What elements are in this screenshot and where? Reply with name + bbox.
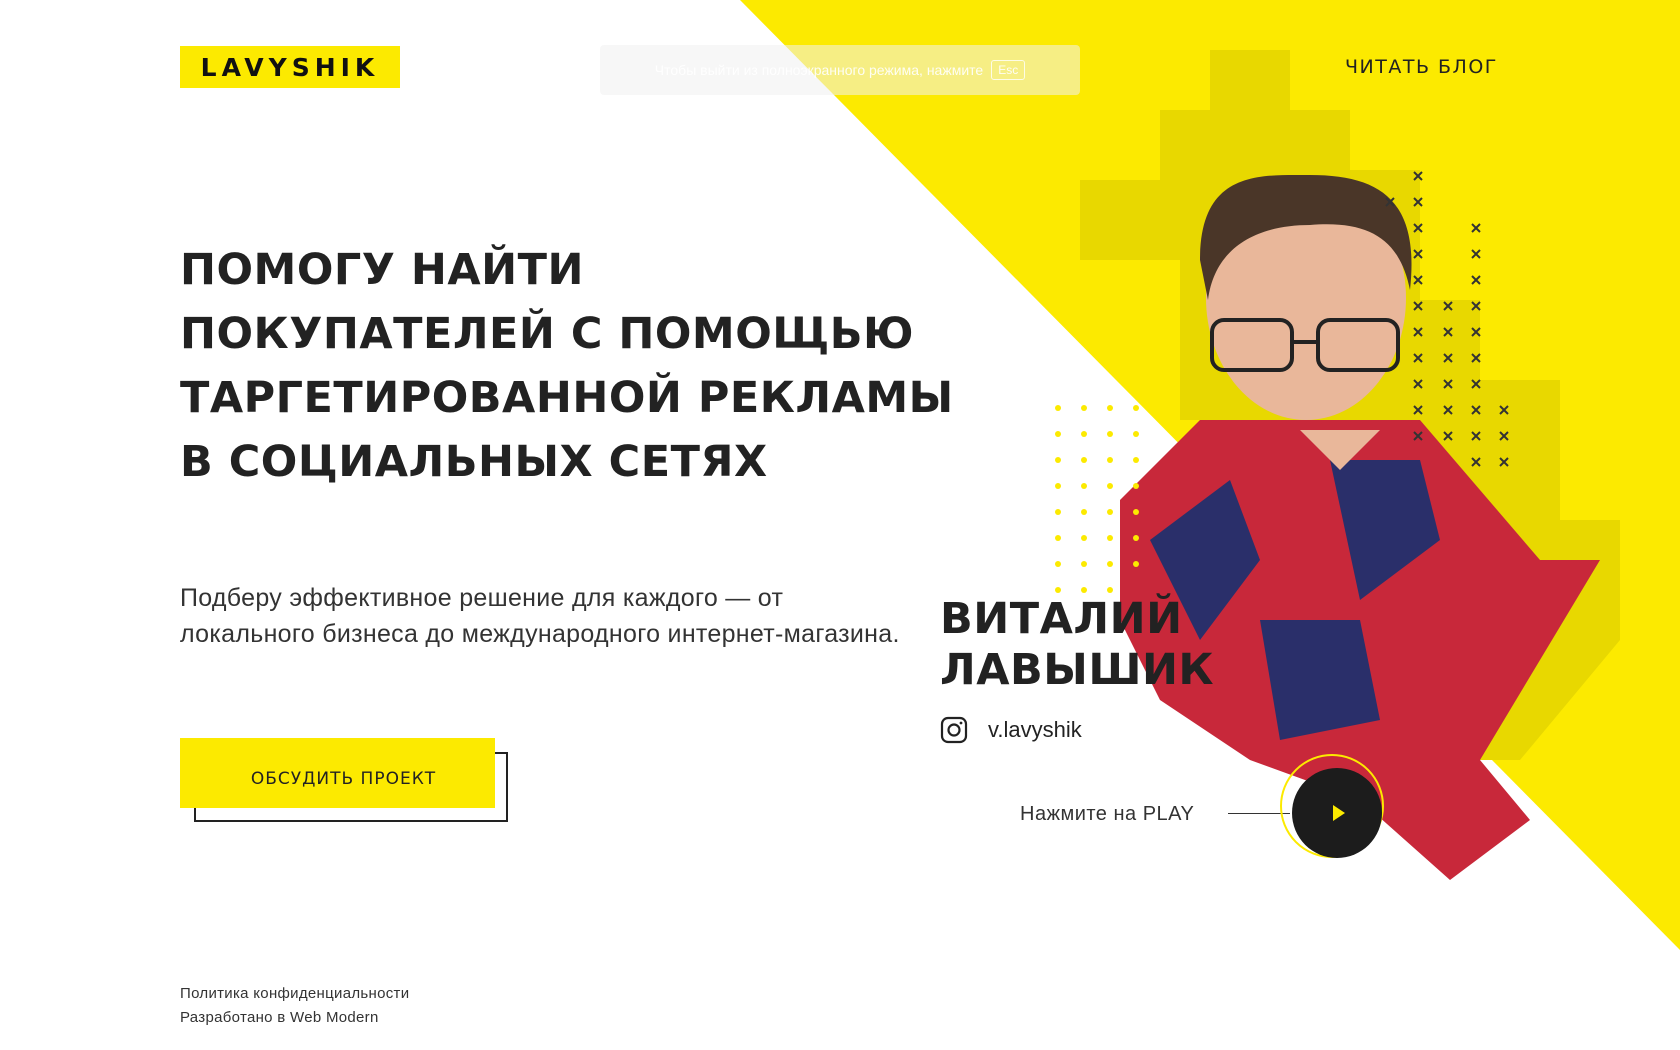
fullscreen-key: Esc [991,60,1026,80]
hero-title-line: ТАРГЕТИРОВАННОЙ РЕКЛАМЫ [180,373,954,423]
person-first-name: ВИТАЛИЙ [940,594,1183,644]
play-video-button[interactable] [1292,768,1382,858]
hero-title-line: ПОМОГУ НАЙТИ [180,245,584,295]
person-last-name: ЛАВЫШИК [940,645,1215,695]
developer-credit-link[interactable]: Разработано в Web Modern [180,1006,409,1030]
play-label: Нажмите на PLAY [1020,803,1195,825]
instagram-link[interactable]: v.lavyshik [940,716,1082,744]
site-logo[interactable]: LAVYSHIK [180,46,400,88]
person-name: ВИТАЛИЙ ЛАВЫШИК [940,594,1260,696]
hero-subtitle: Подберу эффективное решение для каждого … [180,584,900,648]
instagram-icon [940,716,968,744]
fullscreen-notice: Чтобы выйти из полноэкранного режима, на… [600,45,1080,95]
cross-pattern [1385,171,1509,467]
hero-title: ПОМОГУ НАЙТИ ПОКУПАТЕЛЕЙ С ПОМОЩЬЮ ТАРГЕ… [180,238,960,494]
hero-title-line: ПОКУПАТЕЛЕЙ С ПОМОЩЬЮ [180,309,915,359]
hero-background-decoration [740,0,1680,950]
cta-block: ОБСУДИТЬ ПРОЕКТ [180,738,510,822]
fullscreen-notice-text: Чтобы выйти из полноэкранного режима, на… [654,62,984,78]
play-icon [1333,805,1345,821]
instagram-handle: v.lavyshik [988,717,1082,742]
logo-text: LAVYSHIK [200,52,380,82]
footer: Политика конфиденциальности Разработано … [180,982,409,1030]
discuss-project-button[interactable]: ОБСУДИТЬ ПРОЕКТ [180,738,495,808]
dot-pattern [1055,405,1139,593]
privacy-policy-link[interactable]: Политика конфиденциальности [180,982,409,1006]
read-blog-link[interactable]: ЧИТАТЬ БЛОГ [1345,56,1498,78]
hero-title-line: В СОЦИАЛЬНЫХ СЕТЯХ [180,437,768,487]
